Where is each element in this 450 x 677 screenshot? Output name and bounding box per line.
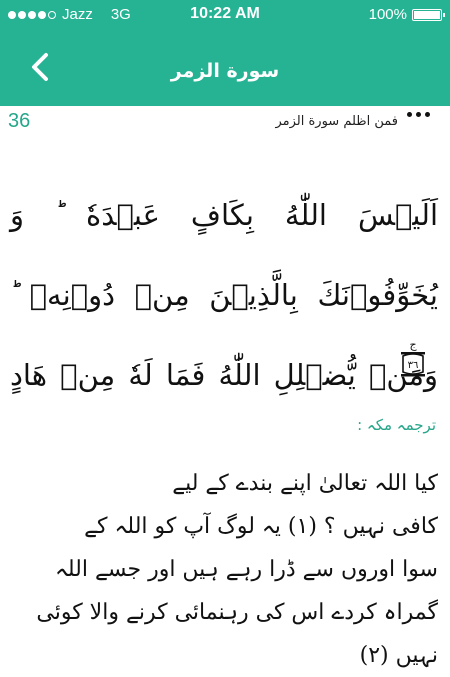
app-header: Jazz 3G 10:22 AM 100% سورة الزمر <box>0 0 450 106</box>
ayah-marker-number: ٣٦ <box>408 360 419 371</box>
translation-text: کیا اللہ تعالیٰ اپنے بندے کے لیے کافی نہ… <box>36 462 438 677</box>
ayah-end-marker-icon: ج ٣٦ <box>401 338 425 377</box>
translation-line: سوا اوروں سے ڈرا رہے ہیں اور جسے اللہ <box>54 557 438 582</box>
more-dots-icon[interactable] <box>407 112 430 117</box>
battery-percent: 100% <box>368 6 407 23</box>
page-number: 36 <box>8 110 31 132</box>
info-row: 36 فمن اظلم سورة الزمر <box>0 108 450 138</box>
battery-icon <box>412 8 445 21</box>
ayah-marker-letter: ج <box>409 338 417 351</box>
juz-info: فمن اظلم سورة الزمر <box>275 114 398 129</box>
ayah-text: اَلَيۡسَ اللّٰهُ بِكَافٍ عَبۡدَهٗ ؕ وَ ي… <box>10 198 438 392</box>
status-right: 100% <box>368 6 445 23</box>
translation-line: گمراہ کردے اس کی رہنمائی کرنے والا کوئی <box>36 600 438 625</box>
translation-line: کافی نہیں ؟ (۱) یہ لوگ آپ کو اللہ کے <box>84 514 438 539</box>
page-title: سورة الزمر <box>170 60 280 82</box>
translation-label: ترجمہ مکہ : <box>357 416 436 434</box>
status-bar: Jazz 3G 10:22 AM 100% <box>0 0 450 30</box>
translation-line: نہیں (۲) <box>359 643 438 668</box>
translation-line: کیا اللہ تعالیٰ اپنے بندے کے لیے <box>172 471 438 496</box>
